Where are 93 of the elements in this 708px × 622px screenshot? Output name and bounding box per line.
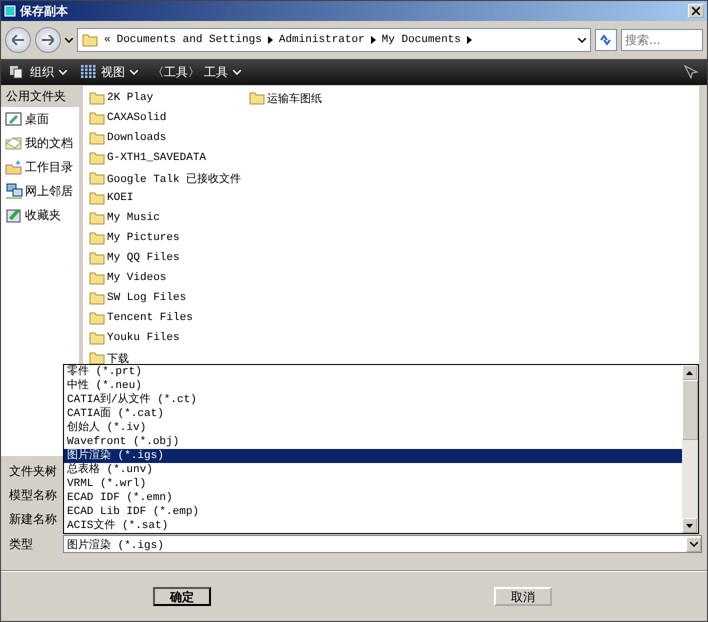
folder-icon <box>89 251 105 265</box>
back-arrow-icon <box>12 35 24 45</box>
folder-item[interactable]: 2K Play <box>89 88 249 108</box>
chevron-icon <box>268 36 273 44</box>
network-computer-icon <box>5 183 23 199</box>
folder-item[interactable]: Tencent Files <box>89 308 249 328</box>
pages-icon <box>9 65 25 79</box>
chevron-icon <box>466 36 472 44</box>
folder-icon <box>89 231 105 245</box>
scroll-down-icon <box>686 524 693 528</box>
overflow-chevron[interactable]: « <box>104 34 111 46</box>
folder-icon <box>89 131 105 145</box>
field-label: 新建名称 <box>9 510 57 528</box>
toolbar-menu[interactable]: 〈工具〉 工具 <box>152 64 241 80</box>
refresh-arrows-icon <box>599 33 613 47</box>
sidebar-item[interactable]: 收藏夹 <box>1 203 79 227</box>
folder-star-icon <box>5 159 23 175</box>
ok-button[interactable]: 确定 <box>153 587 211 606</box>
dropdown-caret-icon <box>578 38 586 42</box>
dropdown-caret-icon <box>690 542 698 546</box>
sidebar-item[interactable]: 工作目录 <box>1 155 79 179</box>
folder-item[interactable]: G-XTH1_SAVEDATA <box>89 148 249 168</box>
folder-icon <box>89 271 105 285</box>
favorites-icon <box>5 207 23 223</box>
close-icon <box>692 7 700 15</box>
forward-button[interactable] <box>35 27 61 53</box>
desktop-icon <box>5 111 23 127</box>
sidebar-item[interactable]: 桌面 <box>1 107 79 131</box>
caret-icon <box>130 70 138 74</box>
folder-icon <box>89 291 105 305</box>
history-caret-icon <box>65 38 73 42</box>
field-label: 模型名称 <box>9 486 57 504</box>
field-label: 文件夹树 <box>9 462 57 480</box>
close-button[interactable] <box>688 4 704 18</box>
type-option[interactable]: VRML (*.wrl) <box>64 477 682 491</box>
type-option[interactable]: 中性 (*.neu) <box>64 379 682 393</box>
breadcrumb[interactable]: Administrator <box>278 34 365 46</box>
toolbar-menu[interactable]: 组织 <box>9 64 67 80</box>
field-label: 类型 <box>9 536 33 552</box>
folder-icon <box>89 211 105 225</box>
cancel-button[interactable]: 取消 <box>494 587 552 606</box>
folder-icon <box>89 151 105 165</box>
search-field[interactable]: 搜索... <box>621 29 703 51</box>
type-option[interactable]: 图片渲染 (*.igs) <box>64 449 682 463</box>
type-option[interactable]: 零件 (*.prt) <box>64 365 682 379</box>
breadcrumb[interactable]: My Documents <box>382 34 461 46</box>
type-option[interactable]: Wavefront (*.obj) <box>64 435 682 449</box>
scroll-thumb[interactable] <box>682 380 698 440</box>
window-title: 保存副本 <box>20 2 69 20</box>
sidebar-item[interactable]: 网上邻居 <box>1 179 79 203</box>
folder-icon <box>89 331 105 345</box>
breadcrumb[interactable]: Documents and Settings <box>116 34 262 46</box>
type-option[interactable]: 创始人 (*.iv) <box>64 421 682 435</box>
forward-arrow-icon <box>42 35 54 45</box>
back-button[interactable] <box>5 27 31 53</box>
type-option[interactable]: CATIA到/从文件 (*.ct) <box>64 393 682 407</box>
type-option[interactable]: ECAD IDF (*.emn) <box>64 491 682 505</box>
type-option[interactable]: CATIA面 (*.cat) <box>64 407 682 421</box>
folder-item[interactable]: CAXASolid <box>89 108 249 128</box>
sidebar-item[interactable]: 我的文档 <box>1 131 79 155</box>
type-option[interactable]: 总表格 (*.unv) <box>64 463 682 477</box>
scrollbar[interactable] <box>682 365 698 533</box>
toolbar-menu[interactable]: 视图 <box>81 64 138 80</box>
type-option[interactable]: ECAD Lib IDF (*.emp) <box>64 505 682 519</box>
folder-item[interactable]: KOEI <box>89 188 249 208</box>
folder-item[interactable]: 运输车图纸 <box>249 88 409 108</box>
folder-item[interactable]: Google Talk 已接收文件 <box>89 168 249 188</box>
folder-item[interactable]: My Music <box>89 208 249 228</box>
folder-icon <box>89 191 105 205</box>
folder-item[interactable]: My QQ Files <box>89 248 249 268</box>
window-icon <box>4 5 16 17</box>
type-dropdown[interactable]: 图片渲染 (*.igs) <box>63 535 702 553</box>
folder-item[interactable]: Youku Files <box>89 328 249 348</box>
folder-item[interactable]: SW Log Files <box>89 288 249 308</box>
folder-icon <box>82 33 98 47</box>
caret-icon <box>59 70 67 74</box>
folder-item[interactable]: My Pictures <box>89 228 249 248</box>
folder-icon <box>89 171 105 185</box>
grid-icon <box>81 65 96 79</box>
open-folder-icon <box>5 135 23 151</box>
folder-item[interactable]: My Videos <box>89 268 249 288</box>
folder-icon <box>89 91 105 105</box>
folder-icon <box>89 311 105 325</box>
folder-item[interactable]: Downloads <box>89 128 249 148</box>
sidebar-header: 公用文件夹 <box>1 86 79 107</box>
refresh-button[interactable] <box>595 29 617 51</box>
chevron-icon <box>370 36 376 44</box>
type-option[interactable]: ACIS文件 (*.sat) <box>64 519 682 533</box>
folder-icon <box>89 111 105 125</box>
address-field[interactable]: « Documents and Settings Administrator My Documents <box>77 28 591 52</box>
folder-icon <box>249 91 265 105</box>
caret-icon <box>232 70 241 74</box>
scroll-up-icon <box>686 370 693 374</box>
